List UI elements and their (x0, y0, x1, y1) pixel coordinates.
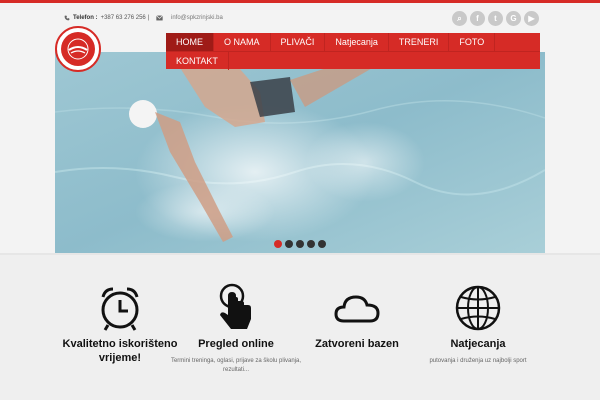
slider-dot[interactable] (285, 240, 293, 248)
nav-item-o-nama[interactable]: O NAMA (214, 33, 271, 51)
search-icon[interactable]: ⌕ (452, 11, 467, 26)
mail-icon (156, 15, 163, 21)
nav-item-natjecanja[interactable]: Natjecanja (325, 33, 389, 51)
email-link[interactable]: info@spkzrinjski.ba (171, 15, 223, 21)
feature-title: Natjecanja (450, 338, 506, 350)
youtube-icon[interactable]: ▶ (524, 11, 539, 26)
feature-text: putovanja i druženja uz najbolji sport (429, 358, 527, 364)
nav-item-pliva-i[interactable]: PLIVAČI (271, 33, 326, 51)
hero-slider-image[interactable] (55, 52, 545, 254)
nav-row: HOME O NAMA PLIVAČI Natjecanja TRENERI FOTO (166, 33, 540, 51)
swimmer-photo (55, 52, 545, 254)
nav-item-treneri[interactable]: TRENERI (389, 33, 450, 51)
nav-item-foto[interactable]: FOTO (449, 33, 496, 51)
feature-title: Pregled online (198, 338, 274, 350)
slider-dot[interactable] (296, 240, 304, 248)
club-logo[interactable] (55, 26, 101, 72)
phone-label: Telefon : (73, 15, 98, 21)
nav-item-kontakt[interactable]: KONTAKT (166, 52, 229, 70)
feature-competitions: Natjecanja putovanja i druženja uz najbo… (408, 283, 548, 366)
contact-line: Telefon : +387 63 276 256 | info@spkzrin… (64, 12, 223, 24)
phone-number: +387 63 276 256 | (100, 15, 149, 21)
nav-item-home[interactable]: HOME (166, 33, 214, 51)
google-plus-icon[interactable]: G (506, 11, 521, 26)
nav-row: KONTAKT (166, 51, 540, 70)
feature-title: Zatvoreni bazen (315, 338, 399, 350)
slider-dot[interactable] (307, 240, 315, 248)
feature-online: Pregled online Termini treninga, oglasi,… (166, 283, 306, 375)
globe-icon (455, 285, 501, 331)
cloud-icon (334, 295, 380, 323)
feature-text: Termini treninga, oglasi, prijave za ško… (170, 358, 302, 373)
main-navigation: HOME O NAMA PLIVAČI Natjecanja TRENERI FOTO K… (166, 33, 540, 70)
slider-dot[interactable] (318, 240, 326, 248)
facebook-icon[interactable]: f (470, 11, 485, 26)
logo-emblem (61, 32, 95, 66)
section-divider (0, 253, 600, 255)
social-links: ⌕ f t G ▶ (452, 11, 539, 26)
twitter-icon[interactable]: t (488, 11, 503, 26)
phone-icon (64, 15, 70, 21)
touch-hand-icon (219, 283, 251, 329)
slider-dots (274, 240, 326, 248)
slider-dot[interactable] (274, 240, 282, 248)
alarm-clock-icon (101, 287, 139, 331)
feature-pool: Zatvoreni bazen (287, 283, 427, 357)
